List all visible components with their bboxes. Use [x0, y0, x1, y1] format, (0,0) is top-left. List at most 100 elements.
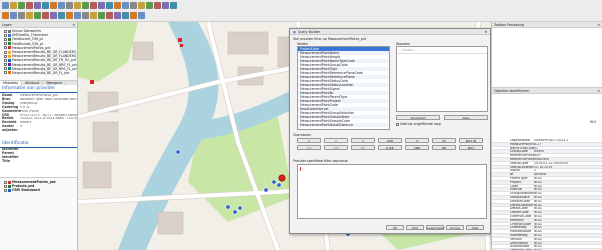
layer-visibility-checkbox[interactable] — [4, 180, 7, 184]
toolbar-button[interactable] — [50, 2, 57, 9]
toolbar-button[interactable] — [106, 12, 113, 19]
toolbar-button[interactable] — [58, 2, 65, 9]
layer-visibility-checkbox[interactable] — [4, 188, 7, 192]
layer-symbol-icon — [8, 63, 11, 67]
operator-button[interactable]: LIKE — [378, 138, 402, 143]
attribute-value: NULL — [534, 199, 543, 203]
toolbar-button[interactable] — [2, 2, 9, 9]
sample-button[interactable]: Voorbeeld — [396, 115, 440, 120]
toolbar-button[interactable] — [138, 2, 145, 9]
operator-button[interactable]: < — [324, 138, 348, 143]
tab-rendering[interactable]: Weergave — [43, 81, 67, 85]
layer-visibility-checkbox[interactable] — [4, 184, 7, 188]
layer-visibility-checkbox[interactable] — [4, 29, 7, 33]
values-list[interactable]: ⌕ Zoeken... — [396, 46, 488, 112]
filter-expression-input[interactable] — [297, 164, 487, 219]
attribute-table[interactable]: ObjectName GENOPROJECT2023.1 MeasurePointH… — [492, 139, 602, 250]
operator-button[interactable]: NOT — [459, 145, 483, 150]
layer-visibility-checkbox[interactable] — [4, 63, 7, 67]
field-item[interactable]: MeasurementPointDetailDistance — [298, 123, 389, 127]
toolbar-button[interactable] — [42, 2, 49, 9]
layer-visibility-checkbox[interactable] — [4, 71, 7, 75]
layer-visibility-checkbox[interactable] — [4, 50, 7, 54]
layer-visibility-checkbox[interactable] — [4, 42, 7, 46]
toolbar-button[interactable] — [82, 2, 89, 9]
operator-button[interactable]: IN — [432, 138, 456, 143]
dialog-button-help[interactable]: Help — [466, 225, 484, 230]
dialog-button-ok[interactable]: OK — [386, 225, 404, 230]
operator-button[interactable]: ILIKE — [378, 145, 402, 150]
toolbar-button[interactable] — [130, 12, 137, 19]
operator-button[interactable]: % — [405, 138, 429, 143]
toolbar-button[interactable] — [90, 2, 97, 9]
toolbar-button[interactable] — [90, 12, 97, 19]
operator-button[interactable]: AND — [405, 145, 429, 150]
toolbar-button[interactable] — [10, 2, 17, 9]
fields-list[interactable]: ProjectCode MeasurementPointName Measureme… — [297, 46, 390, 130]
toolbar-button[interactable] — [98, 2, 105, 9]
toolbar-button[interactable] — [114, 2, 121, 9]
toolbar-button[interactable] — [98, 12, 105, 19]
operator-button[interactable]: >= — [324, 145, 348, 150]
toolbar-button[interactable] — [18, 12, 25, 19]
toolbar-button[interactable] — [66, 12, 73, 19]
close-icon[interactable]: ✕ — [72, 23, 75, 27]
toolbar-button[interactable] — [26, 12, 33, 19]
all-button[interactable]: Alles — [444, 115, 488, 120]
attribute-name: Interval — [510, 188, 523, 192]
toolbar-button[interactable] — [26, 2, 33, 9]
layer-visibility-checkbox[interactable] — [4, 33, 7, 37]
toolbar-button[interactable] — [74, 12, 81, 19]
operator-button[interactable]: > — [351, 138, 375, 143]
dialog-button-leegmaken[interactable]: Leegmaken — [426, 225, 444, 230]
layer-visibility-checkbox[interactable] — [4, 37, 7, 41]
close-icon[interactable]: ✕ — [484, 30, 488, 34]
toolbar-button[interactable] — [106, 2, 113, 9]
toolbar-button[interactable] — [74, 2, 81, 9]
toolbox-tree[interactable] — [492, 28, 602, 88]
layer-visibility-checkbox[interactable] — [4, 54, 7, 58]
dialog-button-cancel[interactable]: Cancel — [446, 225, 464, 230]
toolbar-button[interactable] — [146, 2, 153, 9]
toolbar-button[interactable] — [122, 12, 129, 19]
tab-metadata[interactable]: Metadata — [0, 81, 23, 85]
operator-button[interactable]: <= — [297, 145, 321, 150]
toolbar-button[interactable] — [114, 12, 121, 19]
toolbar-button[interactable] — [42, 12, 49, 19]
close-icon[interactable]: ✕ — [597, 23, 600, 27]
toolbar-button[interactable] — [138, 12, 145, 19]
toolbar-button[interactable] — [50, 12, 57, 19]
toolbar-button[interactable] — [34, 2, 41, 9]
toolbar-button[interactable] — [162, 2, 169, 9]
dialog-button-test[interactable]: Test — [406, 225, 424, 230]
use-unfiltered-checkbox[interactable]: Gebruik ongefilterde laag — [396, 122, 441, 126]
layer-visibility-checkbox[interactable] — [4, 58, 7, 62]
identify-tree[interactable]: 604 — [492, 94, 602, 139]
layer-item[interactable]: CRM Standaard — [0, 188, 77, 192]
operator-button[interactable]: NOT IN — [459, 138, 483, 143]
operator-button[interactable]: = — [297, 138, 321, 143]
checkbox-box[interactable] — [396, 122, 399, 126]
toolbar-button[interactable] — [2, 12, 9, 19]
toolbar-button[interactable] — [66, 2, 73, 9]
layer-visibility-checkbox[interactable] — [4, 46, 7, 50]
toolbar-button[interactable] — [154, 2, 161, 9]
toolbar-button[interactable] — [170, 2, 177, 9]
toolbar-button[interactable] — [122, 2, 129, 9]
toolbar-button[interactable] — [130, 2, 137, 9]
layer-visibility-checkbox[interactable] — [4, 67, 7, 71]
operator-button[interactable]: != — [351, 145, 375, 150]
values-search-input[interactable]: Zoeken... — [402, 48, 417, 52]
toolbar-button[interactable] — [58, 12, 65, 19]
operator-button[interactable]: OR — [432, 145, 456, 150]
dialog-titlebar[interactable]: ▣ Query Builder — [290, 29, 490, 35]
toolbar-button[interactable] — [34, 12, 41, 19]
layer-item[interactable]: MeasurementResults_BE_GR_FL_pnt — [0, 71, 77, 75]
toolbar-button[interactable] — [82, 12, 89, 19]
layer-tree: Sensor Dataseries AMTubeBis_Thermistor Fie… — [0, 28, 77, 80]
close-icon[interactable]: ✕ — [597, 89, 600, 93]
tab-attributes[interactable]: Attribuut — [22, 81, 44, 85]
toolbar-button[interactable] — [18, 2, 25, 9]
toolbar-button[interactable] — [10, 12, 17, 19]
attribute-value: 8.27 — [534, 142, 542, 146]
